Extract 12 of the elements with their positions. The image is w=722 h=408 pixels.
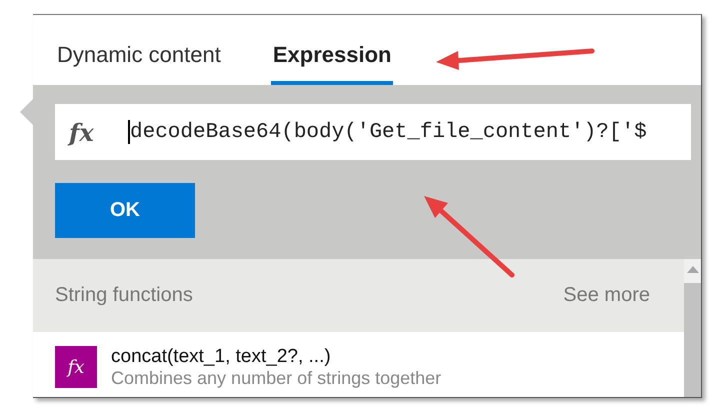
scrollbar[interactable]: [684, 259, 701, 397]
function-icon: fx: [55, 346, 97, 388]
ok-button[interactable]: OK: [55, 183, 195, 238]
tab[interactable]: Dynamic content: [55, 15, 223, 85]
fx-label: fx: [69, 118, 95, 146]
function-description: Combines any number of strings together: [111, 368, 442, 389]
function-signature[interactable]: concat(text_1, text_2?, ...): [111, 346, 331, 368]
section-title: String functions: [55, 284, 193, 307]
expression-text: decodeBase64(body('Get_file_content')?['$: [130, 120, 647, 144]
expression-field[interactable]: fx decodeBase64(body('Get_file_content')?['$: [55, 104, 691, 160]
scroll-up-icon[interactable]: [686, 265, 698, 273]
see-more-link[interactable]: See more: [563, 284, 650, 307]
